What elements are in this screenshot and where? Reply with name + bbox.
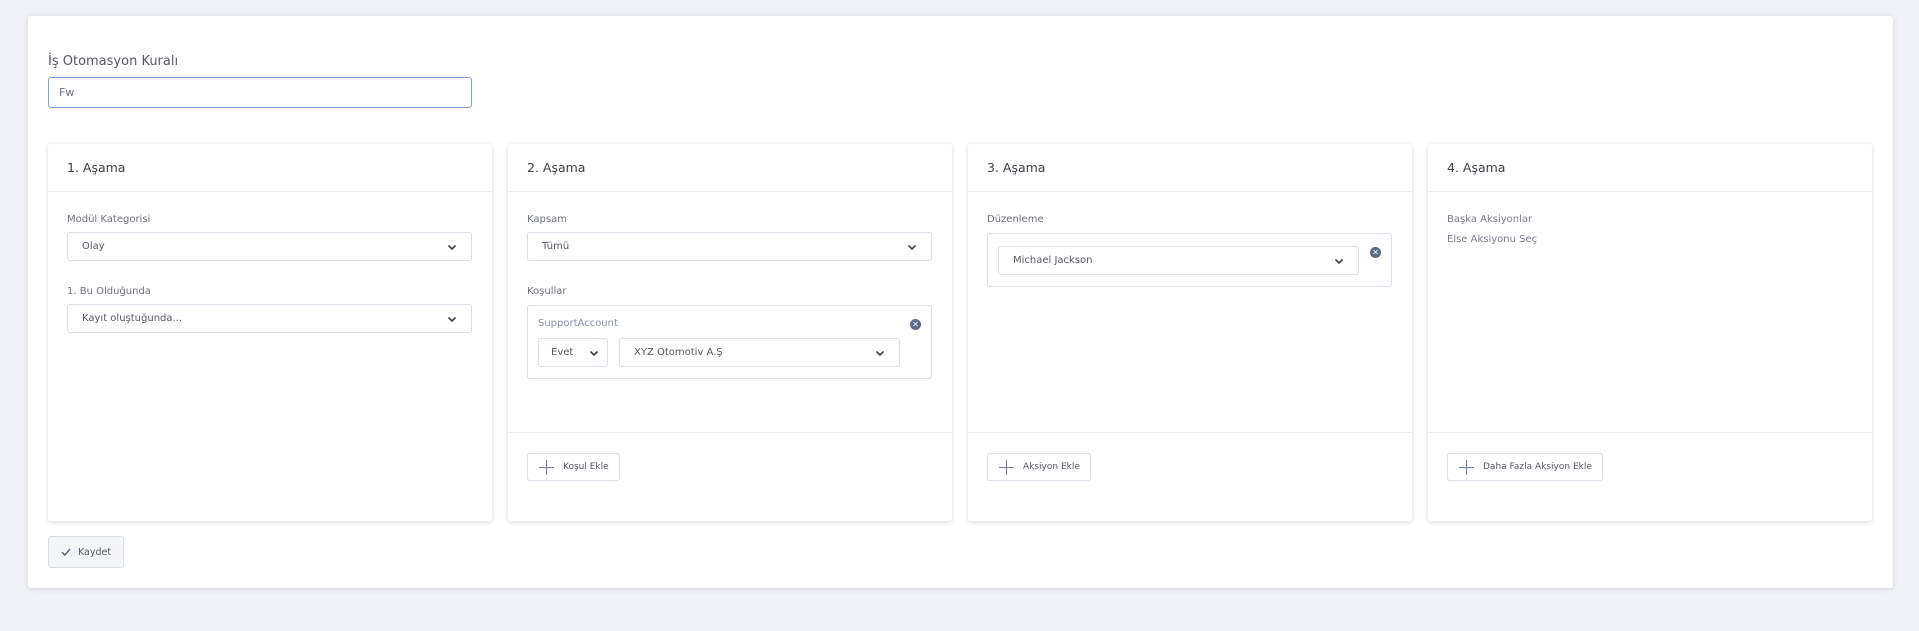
add-action-button[interactable]: Aksiyon Ekle <box>987 453 1091 481</box>
when-value: Kayıt oluştuğunda... <box>82 313 183 324</box>
plus-icon <box>1459 459 1474 475</box>
scope-label: Kapsam <box>527 214 567 225</box>
remove-condition-icon[interactable]: ✕ <box>910 319 921 330</box>
condition-box: SupportAccount ✕ Evet XYZ Otomotiv A.Ş <box>527 305 932 379</box>
chevron-down-icon <box>1334 258 1344 264</box>
stage-2-title: 2. Aşama <box>508 144 952 192</box>
scope-select[interactable]: Tümü <box>527 232 932 261</box>
chevron-down-icon <box>875 350 885 356</box>
stage-4-footer: Daha Fazla Aksiyon Ekle <box>1428 432 1872 521</box>
stage-2-card: 2. Aşama Kapsam Tümü Koşullar SupportAcc… <box>508 144 952 521</box>
module-category-value: Olay <box>82 241 105 252</box>
stage-1-card: 1. Aşama Modül Kategorisi Olay 1. Bu Old… <box>48 144 492 521</box>
condition-operator-select[interactable]: Evet <box>538 338 608 367</box>
add-more-actions-label: Daha Fazla Aksiyon Ekle <box>1483 462 1592 472</box>
chevron-down-icon <box>907 244 917 250</box>
stage-1-title: 1. Aşama <box>48 144 492 192</box>
edit-label: Düzenleme <box>987 214 1044 225</box>
module-category-select[interactable]: Olay <box>67 232 472 261</box>
plus-icon <box>999 459 1014 475</box>
when-label: 1. Bu Olduğunda <box>67 286 151 297</box>
chevron-down-icon <box>447 244 457 250</box>
add-more-actions-button[interactable]: Daha Fazla Aksiyon Ekle <box>1447 453 1603 481</box>
add-condition-label: Koşul Ekle <box>563 462 609 472</box>
condition-value-select[interactable]: XYZ Otomotiv A.Ş <box>619 338 900 367</box>
save-button[interactable]: Kaydet <box>48 536 124 568</box>
else-action-link[interactable]: Else Aksiyonu Seç <box>1447 234 1537 245</box>
stage-2-footer: Koşul Ekle <box>508 432 952 521</box>
check-icon <box>61 548 71 557</box>
other-actions-link[interactable]: Başka Aksiyonlar <box>1447 214 1532 225</box>
chevron-down-icon <box>447 316 457 322</box>
add-action-label: Aksiyon Ekle <box>1023 462 1080 472</box>
edit-box: Michael Jackson ✕ <box>987 233 1392 287</box>
assignee-value: Michael Jackson <box>1013 255 1093 266</box>
remove-action-icon[interactable]: ✕ <box>1370 247 1381 258</box>
condition-operator-value: Evet <box>551 347 574 358</box>
assignee-select[interactable]: Michael Jackson <box>998 246 1359 275</box>
stage-3-title: 3. Aşama <box>968 144 1412 192</box>
save-label: Kaydet <box>77 546 112 558</box>
rule-name-label: İş Otomasyon Kuralı <box>48 54 179 69</box>
plus-icon <box>539 459 554 475</box>
conditions-label: Koşullar <box>527 286 567 297</box>
chevron-down-icon <box>589 350 599 356</box>
module-category-label: Modül Kategorisi <box>67 214 151 225</box>
condition-value: XYZ Otomotiv A.Ş <box>634 347 723 358</box>
stage-3-footer: Aksiyon Ekle <box>968 432 1412 521</box>
stage-4-title: 4. Aşama <box>1428 144 1872 192</box>
stage-4-card: 4. Aşama Başka Aksiyonlar Else Aksiyonu … <box>1428 144 1872 521</box>
condition-field-name: SupportAccount <box>538 318 618 329</box>
add-condition-button[interactable]: Koşul Ekle <box>527 453 620 481</box>
when-select[interactable]: Kayıt oluştuğunda... <box>67 304 472 333</box>
rule-name-input[interactable] <box>48 77 472 108</box>
scope-value: Tümü <box>542 241 570 252</box>
stage-3-card: 3. Aşama Düzenleme Michael Jackson ✕ Aks… <box>968 144 1412 521</box>
